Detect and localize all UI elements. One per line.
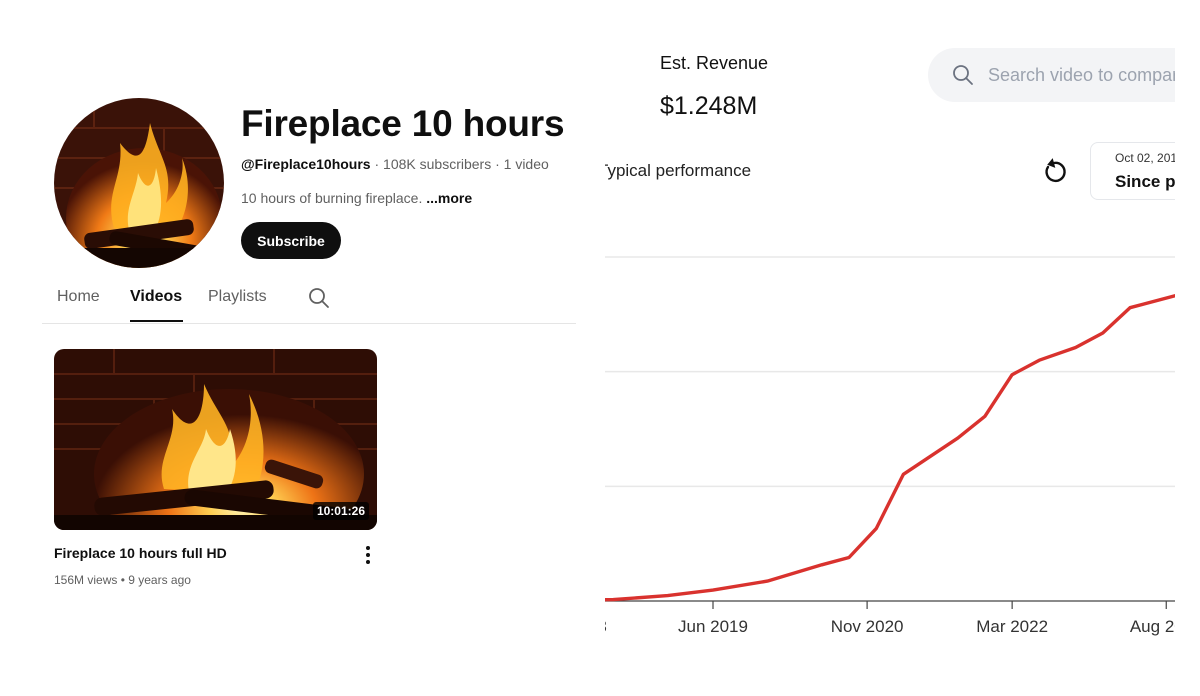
x-tick-label-2: Nov 2020 xyxy=(831,617,904,636)
revenue-value: $1.248M xyxy=(660,92,758,120)
channel-stats: · 108K subscribers · 1 video xyxy=(370,156,549,172)
video-thumbnail[interactable]: 10:01:26 xyxy=(54,349,377,530)
compare-search[interactable] xyxy=(928,48,1175,102)
video-duration: 10:01:26 xyxy=(312,502,369,520)
tab-playlists[interactable]: Playlists xyxy=(208,288,267,306)
compare-search-input[interactable] xyxy=(988,62,1175,88)
x-tick-label-1: Jun 2019 xyxy=(678,617,748,636)
date-range-picker[interactable]: Oct 02, 2014 Since published xyxy=(1090,142,1175,200)
channel-meta: @Fireplace10hours · 108K subscribers · 1… xyxy=(241,156,549,172)
channel-title: Fireplace 10 hours xyxy=(241,103,565,144)
date-range-start: Oct 02, 2014 xyxy=(1115,151,1175,165)
subscribe-button[interactable]: Subscribe xyxy=(241,222,341,259)
channel-handle[interactable]: @Fireplace10hours xyxy=(241,156,371,172)
revenue-line-chart: 2018 Jun 2019 Nov 2020 Mar 2022 Aug 2023 xyxy=(605,256,1175,636)
revenue-series-line xyxy=(605,293,1175,602)
analytics-panel: Est. Revenue $1.248M Typical performance… xyxy=(605,0,1175,696)
search-icon xyxy=(953,65,973,85)
channel-description-text: 10 hours of burning fireplace. xyxy=(241,190,427,206)
revenue-label: Est. Revenue xyxy=(660,53,769,73)
active-tab-indicator xyxy=(130,320,183,322)
channel-description[interactable]: 10 hours of burning fireplace. ...more xyxy=(241,190,472,206)
date-range-label: Since published xyxy=(1115,172,1175,191)
search-icon[interactable] xyxy=(307,286,331,310)
refresh-icon[interactable] xyxy=(1042,157,1068,185)
performance-label: Typical performance xyxy=(605,161,752,180)
channel-page: Fireplace 10 hours @Fireplace10hours · 1… xyxy=(0,0,590,696)
video-meta: 156M views • 9 years ago xyxy=(54,573,191,587)
video-title[interactable]: Fireplace 10 hours full HD xyxy=(54,545,227,561)
more-vert-icon[interactable] xyxy=(360,544,376,566)
channel-tabs: Home Videos Playlists xyxy=(42,280,576,324)
channel-avatar[interactable] xyxy=(54,98,224,268)
tab-home[interactable]: Home xyxy=(57,288,100,306)
x-tick-label-4: Aug 2023 xyxy=(1130,617,1175,636)
tab-videos[interactable]: Videos xyxy=(130,288,182,306)
more-link[interactable]: ...more xyxy=(426,190,472,206)
x-tick-label-3: Mar 2022 xyxy=(976,617,1048,636)
x-tick-label-0: 2018 xyxy=(605,617,607,636)
fireplace-avatar-image xyxy=(54,98,224,268)
